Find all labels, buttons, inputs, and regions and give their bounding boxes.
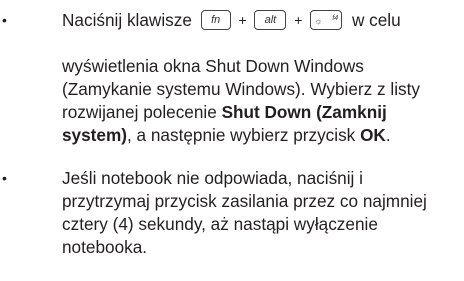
ok-button-ref: OK xyxy=(360,125,386,145)
item2-line2: przytrzymaj przycisk zasilania przez co … xyxy=(62,191,427,211)
item1-line2: wyświetlenia okna Shut Down Windows xyxy=(62,56,364,76)
item1-line3: (Zamykanie systemu Windows). Wybierz z l… xyxy=(62,79,420,99)
item1-period: . xyxy=(385,125,391,145)
item1-line1: Naciśnij klawisze fn + alt + ☼ f4 w celu xyxy=(62,9,401,30)
item2-line4: notebooka. xyxy=(62,237,148,257)
f4-key-icon: ☼ f4 xyxy=(310,9,343,30)
f4-key-label: f4 xyxy=(332,14,339,22)
item1-line5-text: , a następnie wybierz przycisk xyxy=(126,125,361,145)
alt-key-icon: alt xyxy=(254,9,287,30)
item1-prefix: Naciśnij klawisze xyxy=(62,10,192,30)
fn-key-label: fn xyxy=(211,13,221,26)
brightness-icon: ☼ xyxy=(314,15,323,26)
item2-line1: Jeśli notebook nie odpowiada, naciśnij i xyxy=(62,168,363,188)
fn-key-icon: fn xyxy=(200,9,231,30)
plus-sign: + xyxy=(294,11,303,28)
bullet-1: • xyxy=(2,12,7,28)
shut-down-command-cont: system) xyxy=(62,125,127,145)
item1-line4: rozwijanej polecenie Shut Down (Zamknij xyxy=(62,102,387,122)
item1-line5: system), a następnie wybierz przycisk OK… xyxy=(62,125,391,145)
item1-line4-text: rozwijanej polecenie xyxy=(62,102,222,122)
shut-down-command: Shut Down (Zamknij xyxy=(221,102,387,122)
item1-suffix: w celu xyxy=(351,10,401,30)
plus-sign: + xyxy=(238,11,247,28)
bullet-2: • xyxy=(2,170,7,186)
item2-line3: cztery (4) sekundy, aż nastąpi wyłączeni… xyxy=(62,214,378,234)
alt-key-label: alt xyxy=(264,13,277,26)
